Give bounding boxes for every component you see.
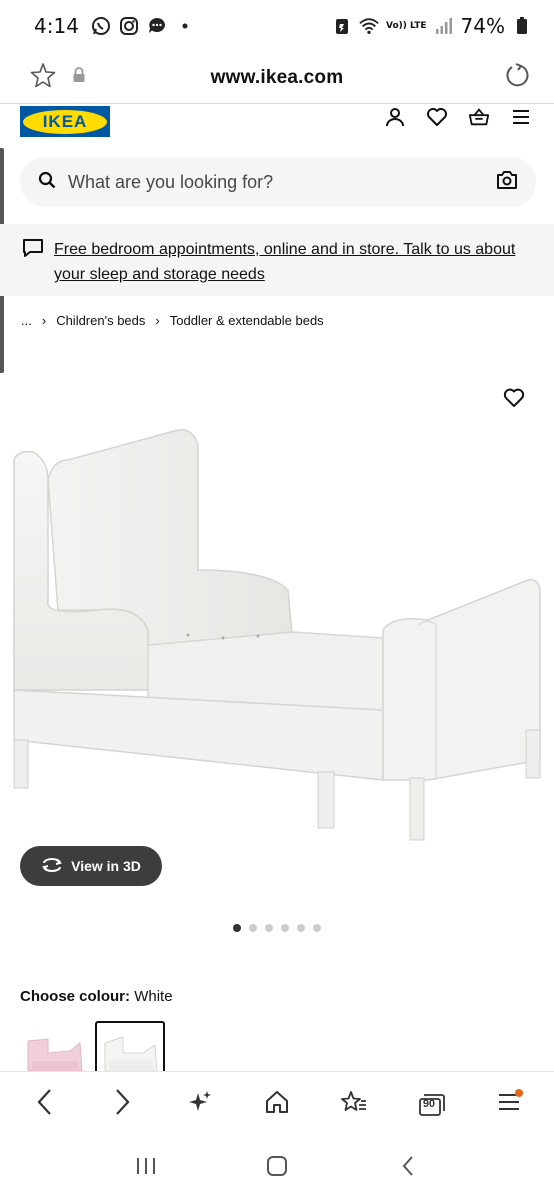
whatsapp-icon: [91, 16, 111, 36]
browser-menu-button[interactable]: [489, 1085, 529, 1125]
product-image[interactable]: [8, 420, 548, 850]
tabs-button[interactable]: 90: [412, 1085, 452, 1125]
carousel-dot[interactable]: [297, 924, 305, 932]
camera-search-icon[interactable]: [496, 170, 518, 195]
menu-icon[interactable]: [510, 106, 532, 128]
colour-swatch-white[interactable]: [95, 1021, 165, 1071]
bookmark-list-icon: [340, 1090, 368, 1119]
search-input[interactable]: What are you looking for?: [20, 157, 536, 207]
wifi-icon: [359, 16, 379, 36]
carousel-dot[interactable]: [249, 924, 257, 932]
search-placeholder: What are you looking for?: [68, 171, 274, 192]
rotate-3d-icon: [41, 857, 63, 876]
choose-colour-heading: Choose colour:: [20, 988, 131, 1005]
home-icon: [264, 1090, 290, 1119]
status-time: 4:14: [34, 14, 79, 38]
promo-banner[interactable]: Free bedroom appointments, online and in…: [0, 224, 554, 296]
home-square-icon: [265, 1154, 289, 1183]
browser-url-bar: www.ikea.com: [0, 52, 554, 104]
system-nav-bar: [0, 1137, 554, 1200]
reload-icon[interactable]: [504, 62, 530, 93]
instagram-icon: [119, 16, 139, 36]
signal-icon: [434, 16, 454, 36]
back-nav-button[interactable]: [393, 1154, 423, 1184]
messages-icon: [147, 16, 167, 36]
notification-dot: [515, 1088, 524, 1097]
chevron-right-icon: ›: [155, 313, 160, 328]
view-in-3d-button[interactable]: View in 3D: [20, 846, 162, 886]
home-nav-button[interactable]: [262, 1154, 292, 1184]
chevron-right-icon: [113, 1088, 131, 1121]
wishlist-heart-icon[interactable]: [426, 106, 448, 128]
logo-text: IKEA: [42, 111, 88, 131]
back-chevron-icon: [400, 1154, 416, 1183]
colour-swatch-pink[interactable]: [20, 1021, 90, 1071]
sparkle-icon: [188, 1090, 212, 1119]
image-carousel-dots: [233, 924, 321, 932]
lock-icon[interactable]: [72, 66, 86, 89]
data-saver-icon: [332, 16, 352, 36]
chat-bubble-icon: [22, 237, 44, 296]
breadcrumb: ... › Children's beds › Toddler & extend…: [21, 313, 324, 328]
bookmarks-button[interactable]: [334, 1085, 374, 1125]
chevron-right-icon: ›: [41, 313, 47, 328]
account-icon[interactable]: [384, 106, 406, 128]
carousel-dot[interactable]: [233, 924, 241, 932]
chevron-left-icon: [36, 1088, 54, 1121]
carousel-dot[interactable]: [313, 924, 321, 932]
breadcrumb-childrens-beds[interactable]: Children's beds: [56, 313, 145, 328]
recent-apps-button[interactable]: [131, 1154, 161, 1184]
forward-button[interactable]: [102, 1085, 142, 1125]
colour-label: Choose colour: White: [20, 988, 173, 1005]
tabs-count: 90: [422, 1097, 436, 1110]
ikea-logo[interactable]: IKEA: [20, 106, 110, 137]
selected-colour-value: White: [134, 988, 173, 1005]
status-bar: 4:14 Vo)) LTE 74%: [0, 0, 554, 52]
battery-icon: [512, 16, 532, 36]
carousel-dot[interactable]: [281, 924, 289, 932]
shopping-basket-icon[interactable]: [468, 106, 490, 128]
add-to-wishlist-heart-icon[interactable]: [502, 386, 526, 410]
back-button[interactable]: [25, 1085, 65, 1125]
search-icon: [38, 171, 56, 194]
home-button[interactable]: [257, 1085, 297, 1125]
promo-banner-link[interactable]: Free bedroom appointments, online and in…: [54, 237, 534, 296]
network-type-label: Vo)) LTE: [385, 20, 427, 31]
carousel-dot[interactable]: [265, 924, 273, 932]
battery-percent: 74%: [460, 14, 505, 38]
breadcrumb-toddler-beds[interactable]: Toddler & extendable beds: [170, 313, 324, 328]
ai-sparkle-button[interactable]: [180, 1085, 220, 1125]
view-in-3d-label: View in 3D: [71, 858, 141, 874]
bookmark-star-icon[interactable]: [30, 62, 56, 93]
site-header: IKEA: [0, 104, 554, 150]
breadcrumb-ellipsis[interactable]: ...: [21, 313, 32, 328]
recent-apps-icon: [134, 1156, 158, 1181]
browser-toolbar: 90: [0, 1071, 554, 1137]
more-notifications-icon: [175, 16, 195, 36]
